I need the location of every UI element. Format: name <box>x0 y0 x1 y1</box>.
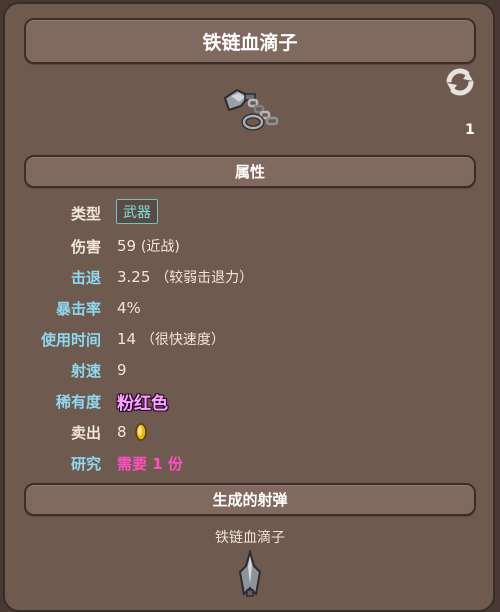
attr-row-damage: 伤害 59 (近战) <box>5 234 495 258</box>
rarity-label: 稀有度 <box>55 392 101 411</box>
research-value: 需要 1 份 <box>117 454 183 473</box>
sell-label: 卖出 <box>70 423 101 442</box>
projectile-header-bar: 生成的射弹 <box>24 483 476 516</box>
attr-row-sell: 卖出 8 <box>5 420 495 444</box>
usetime-value: 14 <box>117 330 137 348</box>
attr-row-research: 研究 需要 1 份 <box>5 451 495 475</box>
crit-label: 暴击率 <box>55 299 101 318</box>
type-label: 类型 <box>70 204 101 223</box>
attr-row-usetime: 使用时间 14 （很快速度） <box>5 327 495 351</box>
usetime-note: （很快速度） <box>140 332 225 348</box>
attributes-header: 属性 <box>234 163 265 181</box>
shootspeed-value: 9 <box>117 361 127 379</box>
sell-value: 8 <box>117 422 127 441</box>
projectile-name: 铁链血滴子 <box>215 530 285 546</box>
type-tag: 武器 <box>116 199 158 224</box>
stack-count: 1 <box>465 122 475 138</box>
usetime-label: 使用时间 <box>40 330 101 349</box>
usetime-value-group: 14 （很快速度） <box>117 329 225 349</box>
refresh-icon[interactable] <box>446 68 474 96</box>
sell-value-group: 8 <box>117 422 148 442</box>
knockback-note: （较弱击退力） <box>155 270 254 286</box>
attr-row-type: 类型 武器 <box>5 199 495 225</box>
rarity-value: 粉红色 <box>117 393 168 414</box>
attr-row-crit: 暴击率 4% <box>5 296 495 320</box>
research-label: 研究 <box>70 454 101 473</box>
damage-note: (近战) <box>140 239 180 255</box>
damage-value: 59 <box>117 237 137 255</box>
attr-row-rarity: 稀有度 粉红色 <box>5 389 495 414</box>
attr-row-knockback: 击退 3.25 （较弱击退力） <box>5 265 495 289</box>
crit-value: 4% <box>117 299 141 317</box>
chain-flail-icon <box>223 88 279 131</box>
attr-row-shootspeed: 射速 9 <box>5 358 495 382</box>
attributes-header-bar: 属性 <box>24 155 476 188</box>
damage-value-group: 59 (近战) <box>117 236 180 256</box>
item-title: 铁链血滴子 <box>202 31 298 54</box>
item-title-bar: 铁链血滴子 <box>24 18 476 64</box>
knockback-value: 3.25 <box>117 268 151 286</box>
projectile-icon <box>238 550 262 597</box>
knockback-label: 击退 <box>70 268 101 287</box>
damage-label: 伤害 <box>70 237 101 256</box>
shootspeed-label: 射速 <box>70 361 101 380</box>
item-tooltip-panel: 铁链血滴子 1 属性 类型 武器 伤害 59 (近战) 击退 3.25 （较弱击… <box>3 2 495 612</box>
gold-coin-icon <box>135 423 148 441</box>
projectile-header: 生成的射弹 <box>212 491 288 509</box>
knockback-value-group: 3.25 （较弱击退力） <box>117 267 253 287</box>
